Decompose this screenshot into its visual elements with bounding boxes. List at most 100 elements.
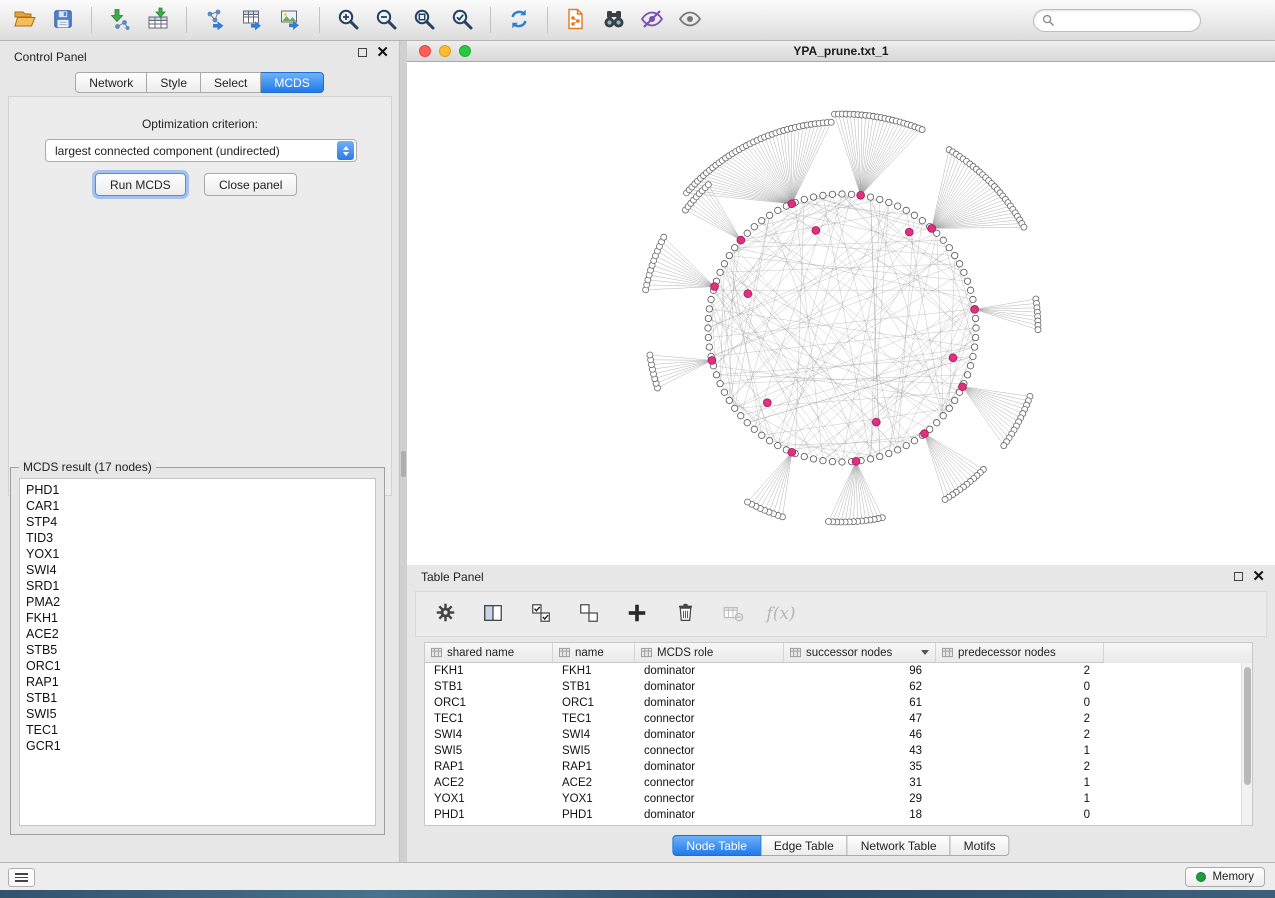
quick-search-box[interactable] (1033, 9, 1201, 32)
tab-node-table[interactable]: Node Table (672, 835, 761, 856)
column-header-shared-name[interactable]: shared name (425, 643, 553, 663)
table-cell[interactable]: SWI4 (425, 729, 553, 741)
mcds-result-item[interactable]: PMA2 (26, 594, 369, 610)
close-panel-button[interactable]: Close panel (204, 173, 297, 196)
table-cell[interactable]: YOX1 (425, 793, 553, 805)
table-cell[interactable]: SWI4 (553, 729, 635, 741)
clone-network-button[interactable] (557, 3, 595, 37)
memory-button[interactable]: Memory (1185, 867, 1265, 887)
table-cell[interactable]: 47 (784, 713, 936, 725)
table-row[interactable]: FKH1FKH1dominator962 (425, 663, 1241, 679)
column-header-successor-nodes[interactable]: successor nodes (784, 643, 936, 663)
table-row[interactable]: TEC1TEC1connector472 (425, 711, 1241, 727)
table-cell[interactable]: 2 (936, 665, 1104, 677)
criterion-dropdown[interactable]: largest connected component (undirected) (45, 139, 357, 162)
mcds-result-item[interactable]: STB1 (26, 690, 369, 706)
mcds-result-item[interactable]: SWI5 (26, 706, 369, 722)
table-cell[interactable]: 0 (936, 809, 1104, 821)
table-cell[interactable]: STB1 (553, 681, 635, 693)
deselect-all-button[interactable] (574, 599, 604, 629)
table-cell[interactable]: ORC1 (553, 697, 635, 709)
search-network-button[interactable] (595, 3, 633, 37)
mcds-result-item[interactable]: SWI4 (26, 562, 369, 578)
table-cell[interactable]: TEC1 (425, 713, 553, 725)
import-network-button[interactable] (101, 3, 139, 37)
mcds-result-item[interactable]: GCR1 (26, 738, 369, 754)
table-cell[interactable]: 1 (936, 777, 1104, 789)
refresh-button[interactable] (500, 3, 538, 37)
run-mcds-button[interactable]: Run MCDS (95, 173, 186, 196)
panel-splitter[interactable] (400, 41, 407, 862)
mcds-result-item[interactable]: FKH1 (26, 610, 369, 626)
tab-mcds[interactable]: MCDS (261, 72, 323, 93)
table-cell[interactable]: dominator (635, 761, 784, 773)
table-cell[interactable]: 31 (784, 777, 936, 789)
table-cell[interactable]: PHD1 (553, 809, 635, 821)
table-cell[interactable]: FKH1 (553, 665, 635, 677)
table-cell[interactable]: 0 (936, 681, 1104, 693)
tab-style[interactable]: Style (147, 72, 201, 93)
table-cell[interactable]: 46 (784, 729, 936, 741)
mcds-result-item[interactable]: ORC1 (26, 658, 369, 674)
table-cell[interactable]: connector (635, 777, 784, 789)
table-cell[interactable]: RAP1 (553, 761, 635, 773)
tab-network-table[interactable]: Network Table (848, 835, 951, 856)
table-cell[interactable]: dominator (635, 681, 784, 693)
table-cell[interactable]: 2 (936, 729, 1104, 741)
search-input[interactable] (1060, 14, 1192, 26)
network-canvas[interactable] (407, 62, 1275, 565)
table-cell[interactable]: 61 (784, 697, 936, 709)
float-panel-icon[interactable] (358, 48, 367, 57)
table-cell[interactable]: 2 (936, 761, 1104, 773)
export-image-button[interactable] (272, 3, 310, 37)
add-column-button[interactable] (622, 599, 652, 629)
table-cell[interactable]: connector (635, 745, 784, 757)
table-cell[interactable]: 29 (784, 793, 936, 805)
table-cell[interactable]: 62 (784, 681, 936, 693)
table-row[interactable]: ORC1ORC1dominator610 (425, 695, 1241, 711)
table-cell[interactable]: connector (635, 713, 784, 725)
table-cell[interactable]: STB1 (425, 681, 553, 693)
mcds-result-item[interactable]: ACE2 (26, 626, 369, 642)
select-all-button[interactable] (526, 599, 556, 629)
zoom-in-button[interactable] (329, 3, 367, 37)
tab-select[interactable]: Select (201, 72, 261, 93)
import-table-button[interactable] (139, 3, 177, 37)
mcds-result-item[interactable]: TID3 (26, 530, 369, 546)
table-cell[interactable]: dominator (635, 809, 784, 821)
table-settings-button[interactable] (430, 599, 460, 629)
export-network-button[interactable] (196, 3, 234, 37)
close-panel-icon[interactable]: ✕ (1252, 572, 1265, 581)
tab-edge-table[interactable]: Edge Table (761, 835, 848, 856)
table-cell[interactable]: 0 (936, 697, 1104, 709)
table-cell[interactable]: connector (635, 793, 784, 805)
table-cell[interactable]: 1 (936, 745, 1104, 757)
table-row[interactable]: SWI5SWI5connector431 (425, 743, 1241, 759)
table-cell[interactable]: TEC1 (553, 713, 635, 725)
zoom-out-button[interactable] (367, 3, 405, 37)
delete-column-button[interactable] (670, 599, 700, 629)
table-row[interactable]: STB1STB1dominator620 (425, 679, 1241, 695)
mcds-result-item[interactable]: STB5 (26, 642, 369, 658)
table-cell[interactable]: RAP1 (425, 761, 553, 773)
table-row[interactable]: ACE2ACE2connector311 (425, 775, 1241, 791)
status-menu-button[interactable] (8, 868, 35, 887)
column-header-name[interactable]: name (553, 643, 635, 663)
hide-graphics-details-button[interactable] (633, 3, 671, 37)
zoom-selected-button[interactable] (443, 3, 481, 37)
column-header-predecessor-nodes[interactable]: predecessor nodes (936, 643, 1104, 663)
mcds-result-item[interactable]: CAR1 (26, 498, 369, 514)
table-cell[interactable]: dominator (635, 729, 784, 741)
mcds-result-item[interactable]: RAP1 (26, 674, 369, 690)
table-cell[interactable]: ACE2 (553, 777, 635, 789)
table-row[interactable]: RAP1RAP1dominator352 (425, 759, 1241, 775)
mcds-result-item[interactable]: SRD1 (26, 578, 369, 594)
close-panel-icon[interactable]: ✕ (376, 48, 389, 57)
export-table-button[interactable] (234, 3, 272, 37)
network-window-titlebar[interactable]: YPA_prune.txt_1 (407, 41, 1275, 62)
tab-network[interactable]: Network (75, 72, 147, 93)
show-graphics-details-button[interactable] (671, 3, 709, 37)
table-scrollbar[interactable] (1241, 663, 1252, 825)
mcds-result-item[interactable]: PHD1 (26, 482, 369, 498)
splitter-handle[interactable] (401, 451, 406, 477)
